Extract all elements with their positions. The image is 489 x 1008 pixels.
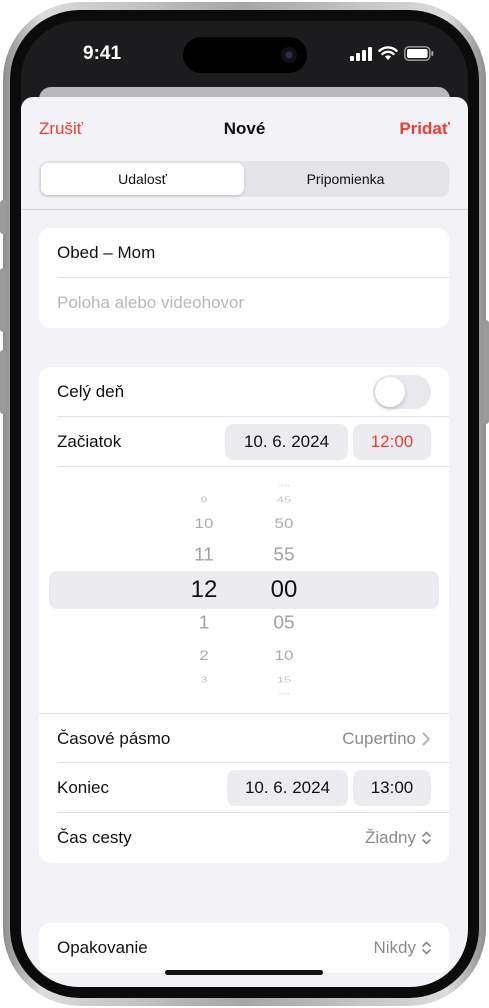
hour-value[interactable]: 3 [174,676,234,685]
new-event-sheet: Zrušiť Nové Pridať Udalosť Pripomienka O… [21,97,468,987]
minute-value[interactable]: 00 [254,576,314,604]
time-picker[interactable]: 9 10 11 12 1 2 3 40 45 50 55 00 05 10 15 20 [39,467,449,713]
start-pills: 10. 6. 2024 12:00 [225,424,431,460]
timezone-value-group: Cupertino [342,729,431,749]
add-button[interactable]: Pridať [399,119,450,139]
minute-value[interactable]: 10 [254,648,314,664]
location-placeholder: Poloha alebo videohovor [57,293,245,312]
timezone-value: Cupertino [342,728,416,748]
all-day-row: Celý deň [39,367,449,417]
start-row: Začiatok 10. 6. 2024 12:00 [39,417,449,467]
repeat-value: Nikdy [373,938,416,957]
nav-bar: Zrušiť Nové Pridať [21,97,468,155]
title-text: Obed – Mom [57,243,156,262]
status-time: 9:41 [83,43,122,64]
minute-value[interactable]: 05 [254,614,314,635]
home-indicator [165,970,323,975]
end-time-button[interactable]: 13:00 [353,770,431,806]
screen: 9:41 Zrušiť Nové Pridať Udalosť Pripomie… [21,21,468,987]
hour-value[interactable]: 2 [174,648,234,664]
location-field[interactable]: Poloha alebo videohovor [39,278,449,328]
power-button [483,320,489,424]
end-date-button[interactable]: 10. 6. 2024 [227,770,348,806]
details-card: Celý deň Začiatok 10. 6. 2024 12:00 9 10 1… [39,367,449,863]
repeat-row[interactable]: Opakovanie Nikdy [39,923,449,973]
volume-up-button [0,268,6,332]
picker-selection-band [49,571,439,609]
front-camera-icon [281,47,297,63]
minute-value[interactable]: 45 [254,496,314,505]
dynamic-island [183,37,307,73]
timezone-row[interactable]: Časové pásmo Cupertino [39,713,449,763]
end-label: Koniec [57,778,109,797]
status-bar: 9:41 [21,21,468,83]
repeat-label: Opakovanie [57,938,148,957]
divider [21,209,468,210]
hour-value[interactable]: 1 [174,614,234,635]
travel-time-label: Čas cesty [57,828,132,847]
hour-value[interactable]: 9 [174,496,234,505]
repeat-card: Opakovanie Nikdy [39,923,449,973]
action-button [0,200,6,234]
timezone-label: Časové pásmo [57,728,171,748]
status-icons [350,46,434,61]
all-day-label: Celý deň [57,382,125,401]
all-day-toggle[interactable] [373,375,431,409]
title-field[interactable]: Obed – Mom [39,228,449,278]
end-pills: 10. 6. 2024 13:00 [227,770,431,806]
travel-time-row[interactable]: Čas cesty Žiadny [39,813,449,863]
volume-down-button [0,350,6,414]
minute-value[interactable]: 15 [254,676,314,685]
battery-icon [404,46,434,61]
hour-value[interactable]: 12 [174,576,234,604]
chevron-up-down-icon [422,941,431,955]
chevron-right-icon [422,732,430,745]
hour-value[interactable]: 10 [174,516,234,532]
travel-time-value: Žiadny [364,828,416,847]
toggle-knob [375,377,405,407]
minute-value[interactable]: 40 [254,484,314,488]
event-type-segmented-control: Udalosť Pripomienka [39,161,449,197]
start-date-button[interactable]: 10. 6. 2024 [225,424,348,460]
wifi-icon [378,46,398,60]
minute-value[interactable]: 50 [254,516,314,532]
hour-value[interactable]: 11 [174,546,234,567]
start-time-button[interactable]: 12:00 [353,424,431,460]
segment-event[interactable]: Udalosť [41,163,244,195]
end-row: Koniec 10. 6. 2024 13:00 [39,763,449,813]
start-label: Začiatok [57,432,122,451]
travel-time-value-group: Žiadny [365,828,431,848]
repeat-value-group: Nikdy [373,938,431,958]
minute-value[interactable]: 20 [254,692,314,696]
segment-reminder[interactable]: Pripomienka [244,163,447,195]
event-info-card: Obed – Mom Poloha alebo videohovor [39,228,449,328]
minute-value[interactable]: 55 [254,546,314,567]
chevron-up-down-icon [422,831,431,845]
cellular-signal-icon [350,46,372,61]
